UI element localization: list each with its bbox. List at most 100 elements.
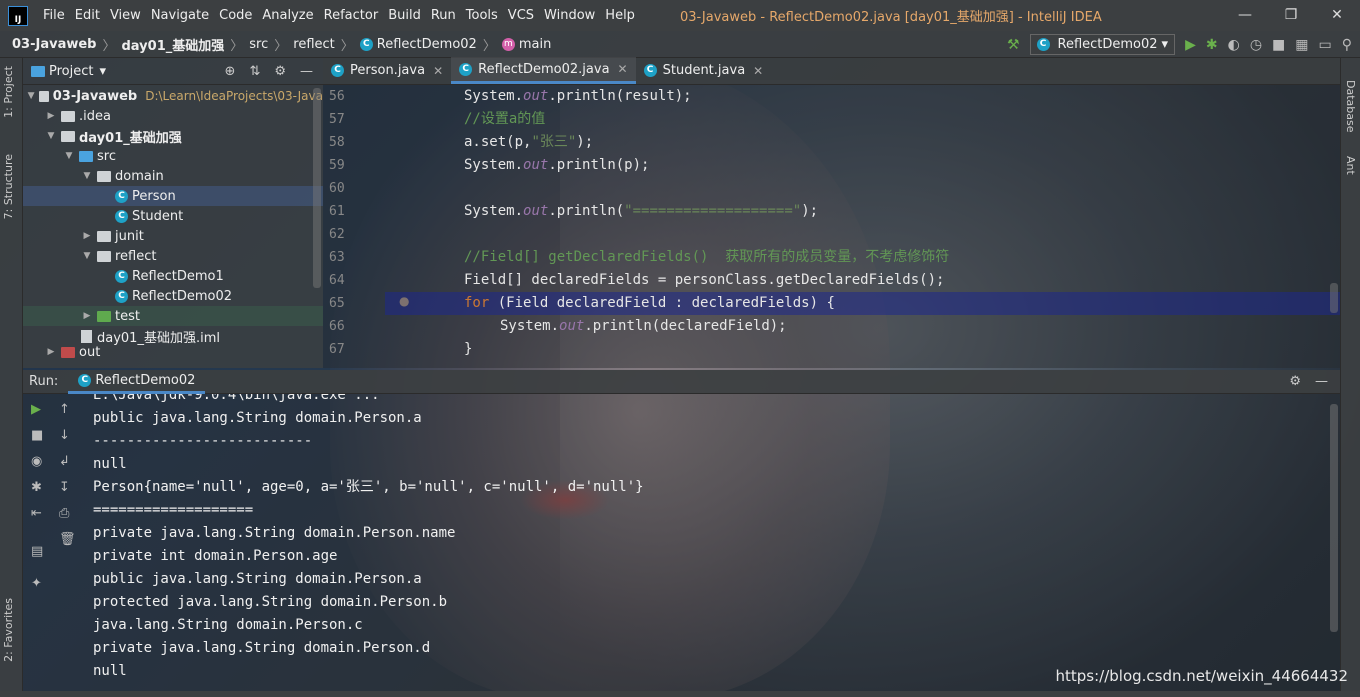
project-structure-icon[interactable]: ▦ (1295, 37, 1308, 53)
soft-wrap-icon[interactable]: ↲ (59, 454, 70, 469)
menu-view[interactable]: View (105, 8, 146, 23)
tree-node-reflectdemo02[interactable]: C ReflectDemo02 (23, 286, 323, 306)
project-scrollbar[interactable] (313, 88, 321, 288)
tree-node-domain[interactable]: ▼ domain (23, 166, 323, 186)
terminal-icon[interactable]: ▭ (1319, 37, 1332, 53)
tree-node-junit[interactable]: ▶ junit (23, 226, 323, 246)
menu-tools[interactable]: Tools (461, 8, 503, 23)
exit-icon[interactable]: ⇤ (31, 506, 42, 521)
camera-icon[interactable]: ◉ (31, 454, 42, 469)
menu-run[interactable]: Run (426, 8, 461, 23)
tree-node-module[interactable]: ▼ day01_基础加强 (23, 126, 323, 146)
breadcrumb-method[interactable]: main (519, 37, 551, 52)
close-icon[interactable]: ✕ (433, 64, 443, 78)
editor-scrollbar[interactable] (1330, 283, 1338, 313)
console-scrollbar[interactable] (1330, 404, 1338, 632)
tree-node-person[interactable]: C Person (23, 186, 323, 206)
ant-tool-tab[interactable]: Ant (1344, 156, 1357, 175)
package-icon (97, 170, 111, 182)
trash-icon[interactable]: 🗑 (59, 532, 76, 547)
tab-reflectdemo02-java[interactable]: C ReflectDemo02.java ✕ (451, 57, 636, 84)
chevron-right-icon: 〉 (340, 38, 354, 54)
tab-student-java[interactable]: C Student.java ✕ (636, 57, 772, 84)
scroll-down-icon[interactable]: ↓ (59, 428, 70, 443)
project-path: D:\Learn\IdeaProjects\03-Java (145, 89, 323, 103)
class-icon: C (115, 189, 128, 203)
menu-build[interactable]: Build (383, 8, 426, 23)
status-bar (0, 691, 1360, 697)
project-tool-tab[interactable]: 1: Project (2, 66, 15, 118)
run-tab-reflectdemo02[interactable]: C ReflectDemo02 (68, 370, 206, 394)
menu-edit[interactable]: Edit (70, 8, 105, 23)
search-icon[interactable]: ⚲ (1342, 37, 1352, 53)
gear-icon[interactable]: ⚙ (274, 64, 286, 79)
run-config-select[interactable]: C ReflectDemo02 ▾ (1029, 34, 1176, 55)
menu-code[interactable]: Code (214, 8, 257, 23)
gear-icon[interactable]: ⚙ (1289, 374, 1301, 389)
profile-icon[interactable]: ◷ (1250, 37, 1262, 53)
menu-file[interactable]: File (38, 8, 70, 23)
breadcrumb-project[interactable]: 03-Javaweb (12, 37, 96, 52)
menu-refactor[interactable]: Refactor (319, 8, 384, 23)
restore-icon[interactable]: ❐ (1268, 0, 1314, 31)
breadcrumb-module[interactable]: day01_基础加强 (122, 35, 225, 54)
locate-icon[interactable]: ⊕ (225, 64, 236, 79)
close-icon[interactable]: ✕ (753, 64, 763, 78)
run-icon[interactable]: ▶ (1185, 37, 1196, 53)
code-line: System.out.println(declaredField); (500, 318, 787, 334)
line-number: 59 (329, 158, 345, 173)
scroll-to-end-icon[interactable]: ↧ (59, 480, 70, 495)
tree-node-reflectdemo1[interactable]: C ReflectDemo1 (23, 266, 323, 286)
tree-node-label: src (97, 148, 116, 164)
tree-node-src[interactable]: ▼ src (23, 146, 323, 166)
build-hammer-icon[interactable]: ⚒ (1007, 37, 1020, 53)
tree-node-label: test (115, 308, 140, 324)
tree-node-reflect[interactable]: ▼ reflect (23, 246, 323, 266)
scroll-up-icon[interactable]: ↑ (59, 402, 70, 417)
rerun-icon[interactable]: ▶ (31, 402, 41, 417)
structure-tool-tab[interactable]: 7: Structure (2, 154, 15, 219)
tree-node-test[interactable]: ▶ test (23, 306, 323, 326)
minimize-icon[interactable]: — (1222, 0, 1268, 31)
database-tool-tab[interactable]: Database (1344, 80, 1357, 133)
tree-node-iml[interactable]: day01_基础加强.iml (23, 326, 323, 346)
console-output[interactable]: E:\Java\jdk-9.0.4\bin\java.exe ... publi… (93, 394, 1328, 697)
debug-icon[interactable]: ✱ (1206, 37, 1218, 53)
print-icon[interactable]: ⎙ (59, 506, 69, 521)
chevron-right-icon: ▶ (83, 231, 91, 241)
tree-node-student[interactable]: C Student (23, 206, 323, 226)
tree-node-out[interactable]: ▶ out (23, 346, 323, 358)
project-panel-title[interactable]: Project (49, 64, 93, 79)
pin-icon[interactable]: ✦ (31, 576, 42, 591)
tree-node-project[interactable]: ▼ 03-Javaweb D:\Learn\IdeaProjects\03-Ja… (23, 86, 323, 106)
breadcrumb-class[interactable]: ReflectDemo02 (377, 37, 477, 52)
layout-icon[interactable]: ▤ (31, 544, 43, 559)
chevron-down-icon[interactable]: ▾ (99, 64, 106, 79)
tab-person-java[interactable]: C Person.java ✕ (323, 57, 451, 84)
code-area[interactable]: System.out.println(result); //设置a的值 a.se… (385, 85, 1340, 368)
breadcrumb-package[interactable]: reflect (293, 37, 335, 52)
line-number: 66 (329, 319, 345, 334)
hide-icon[interactable]: — (300, 64, 313, 79)
stop-icon[interactable]: ■ (1272, 37, 1285, 53)
menu-navigate[interactable]: Navigate (146, 8, 214, 23)
collapse-all-icon[interactable]: ⇅ (249, 64, 260, 79)
menu-window[interactable]: Window (539, 8, 600, 23)
breadcrumb-src[interactable]: src (249, 37, 268, 52)
stop-icon[interactable]: ■ (31, 428, 43, 443)
favorites-tool-tab[interactable]: 2: Favorites (2, 598, 15, 662)
editor-tabs: C Person.java ✕ C ReflectDemo02.java ✕ C… (323, 57, 1340, 85)
class-icon: C (359, 37, 373, 51)
chevron-right-icon: 〉 (230, 38, 244, 54)
menu-analyze[interactable]: Analyze (257, 8, 318, 23)
tree-node-idea[interactable]: ▶ .idea (23, 106, 323, 126)
close-icon[interactable]: ✕ (618, 62, 628, 76)
close-icon[interactable]: ✕ (1314, 0, 1360, 31)
coverage-icon[interactable]: ◐ (1228, 37, 1240, 53)
menu-help[interactable]: Help (600, 8, 640, 23)
debug-icon[interactable]: ✱ (31, 480, 42, 495)
run-panel-header: Run: C ReflectDemo02 ⚙ — (23, 370, 1340, 394)
menu-vcs[interactable]: VCS (503, 8, 539, 23)
hide-icon[interactable]: — (1315, 374, 1328, 389)
code-line: System.out.println("==================="… (464, 203, 819, 219)
